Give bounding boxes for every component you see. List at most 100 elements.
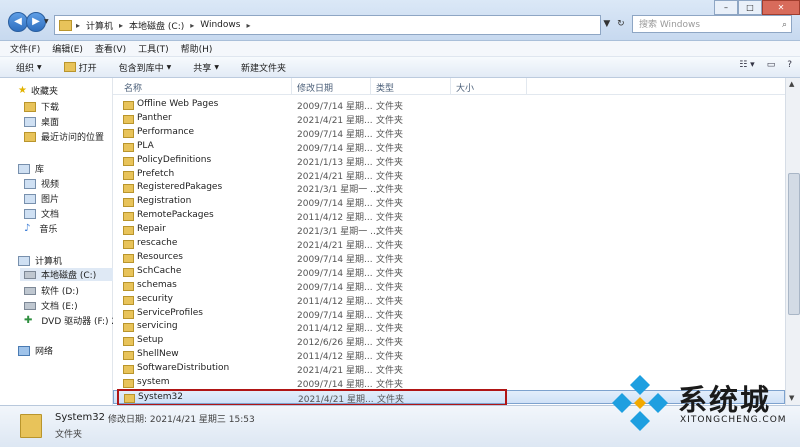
column-date[interactable]: 修改日期 [297,81,333,94]
include-in-library-button[interactable]: 包含到库中 ▼ [119,61,172,74]
file-row[interactable]: PolicyDefinitions 2021/1/13 星期... 文件夹 [113,154,785,168]
breadcrumb-drive-c[interactable]: 本地磁盘 (C:) [129,19,184,32]
menu-help[interactable]: 帮助(H) [181,42,213,55]
help-icon[interactable]: ? [787,60,792,70]
file-row[interactable]: Resources 2009/7/14 星期... 文件夹 [113,251,785,265]
breadcrumb-computer[interactable]: 计算机 [86,19,113,32]
nav-item-documents[interactable]: 文档 [24,207,59,220]
menu-file[interactable]: 文件(F) [10,42,40,55]
menu-view[interactable]: 查看(V) [95,42,126,55]
nav-computer-label: 计算机 [35,257,63,267]
nav-network[interactable]: 网络 [18,344,53,357]
nav-item-drive-e[interactable]: 文档 (E:) [24,299,78,312]
share-label: 共享 [193,63,212,74]
refresh-icon[interactable]: ↻ [617,19,625,29]
address-dropdown-icon[interactable]: ▼ [603,19,610,29]
nav-item-recent[interactable]: 最近访问的位置 [24,130,104,143]
file-list[interactable]: 名称 修改日期 类型 大小 Offline Web Pages 2009/7/14… [113,78,785,405]
nav-libraries[interactable]: 库 [18,162,44,175]
file-row[interactable]: Panther 2021/4/21 星期... 文件夹 [113,112,785,126]
file-row[interactable]: Offline Web Pages 2009/7/14 星期... 文件夹 [113,98,785,112]
include-label: 包含到库中 [118,63,164,74]
file-name: RemotePackages [137,210,214,221]
file-row[interactable]: Setup 2012/6/26 星期... 文件夹 [113,334,785,348]
file-date: 2011/4/12 星期... [297,296,373,307]
file-row[interactable]: ShellNew 2011/4/12 星期... 文件夹 [113,348,785,362]
recent-pages-dropdown[interactable]: ▼ [44,18,49,25]
column-divider[interactable] [450,78,451,94]
folder-icon [123,184,134,194]
open-label: 打开 [78,63,97,74]
file-row[interactable]: Repair 2021/3/1 星期一 ... 文件夹 [113,223,785,237]
nav-item-drive-c[interactable]: 本地磁盘 (C:) [20,268,116,281]
share-button[interactable]: 共享 ▼ [193,61,219,74]
file-date: 2021/1/13 星期... [297,157,373,168]
dvd-icon: ✚ [24,315,33,326]
file-date: 2009/7/14 星期... [297,268,373,279]
file-row[interactable]: Performance 2009/7/14 星期... 文件夹 [113,126,785,140]
star-icon: ★ [18,85,27,96]
nav-item-downloads[interactable]: 下载 [24,100,59,113]
breadcrumb-windows[interactable]: Windows [200,20,240,30]
file-date: 2021/4/21 星期... [297,171,373,182]
open-button[interactable]: 打开 [63,61,97,74]
file-row[interactable]: SchCache 2009/7/14 星期... 文件夹 [113,265,785,279]
file-row[interactable]: schemas 2009/7/14 星期... 文件夹 [113,279,785,293]
new-folder-label: 新建文件夹 [240,63,286,74]
nav-favorites[interactable]: ★ 收藏夹 [18,84,58,97]
nav-item-pictures[interactable]: 图片 [24,192,59,205]
file-row[interactable]: servicing 2011/4/12 星期... 文件夹 [113,320,785,334]
search-input[interactable]: 搜索 Windows ⌕ [632,15,792,33]
file-row[interactable]: RemotePackages 2011/4/12 星期... 文件夹 [113,209,785,223]
folder-icon [123,267,134,277]
column-divider[interactable] [291,78,292,94]
file-type: 文件夹 [376,296,404,307]
nav-item-label: 文档 [41,210,60,220]
file-date: 2009/7/14 星期... [297,129,373,140]
watermark-text: 系统城 [678,383,772,417]
column-divider[interactable] [370,78,371,94]
scroll-thumb[interactable] [788,173,800,315]
scroll-up-icon[interactable]: ▲ [789,80,794,88]
vertical-scrollbar[interactable]: ▲ ▼ [785,78,800,405]
column-type[interactable]: 类型 [376,81,394,94]
maximize-button[interactable]: □ [738,0,762,15]
folder-icon [123,309,134,319]
nav-network-label: 网络 [35,347,54,357]
file-type: 文件夹 [376,102,404,112]
folder-icon [123,295,134,305]
file-name: Performance [137,126,195,137]
search-icon[interactable]: ⌕ [782,16,787,34]
organize-button[interactable]: 组织 ▼ [16,61,42,74]
file-row[interactable]: RegisteredPakages 2021/3/1 星期一 ... 文件夹 [113,181,785,195]
nav-item-desktop[interactable]: 桌面 [24,115,59,128]
view-options-icon[interactable]: ☷ ▾ [739,60,754,70]
nav-item-label: 下载 [41,103,60,113]
nav-computer[interactable]: 计算机 [18,254,62,267]
new-folder-button[interactable]: 新建文件夹 [241,61,286,74]
menu-edit[interactable]: 编辑(E) [52,42,83,55]
minimize-button[interactable]: – [714,0,738,15]
file-row[interactable]: Registration 2009/7/14 星期... 文件夹 [113,195,785,209]
column-size[interactable]: 大小 [456,81,474,94]
file-row[interactable]: rescache 2021/4/21 星期... 文件夹 [113,237,785,251]
file-row[interactable]: security 2011/4/12 星期... 文件夹 [113,293,785,307]
file-row[interactable]: ServiceProfiles 2009/7/14 星期... 文件夹 [113,307,785,321]
video-icon [24,178,36,189]
preview-pane-icon[interactable]: ▭ [767,60,776,70]
back-button[interactable]: ◀ [8,12,28,32]
file-row[interactable]: Prefetch 2021/4/21 星期... 文件夹 [113,168,785,182]
nav-item-drive-d[interactable]: 软件 (D:) [24,284,79,297]
column-divider[interactable] [526,78,527,94]
nav-item-music[interactable]: ♪ 音乐 [24,222,57,235]
forward-button[interactable]: ▶ [26,12,46,32]
nav-item-dvd[interactable]: ✚ DVD 驱动器 (F:) 20 [24,314,123,327]
close-button[interactable]: ✕ [762,0,800,15]
file-date: 2011/4/12 星期... [297,213,373,224]
address-bar[interactable]: ▸ 计算机 ▸ 本地磁盘 (C:) ▸ Windows ▸ [54,15,601,35]
file-row[interactable]: PLA 2009/7/14 星期... 文件夹 [113,140,785,154]
chevron-right-icon: ▸ [190,20,195,30]
menu-tools[interactable]: 工具(T) [138,42,169,55]
column-name[interactable]: 名称 [124,81,142,94]
nav-item-videos[interactable]: 视频 [24,177,59,190]
